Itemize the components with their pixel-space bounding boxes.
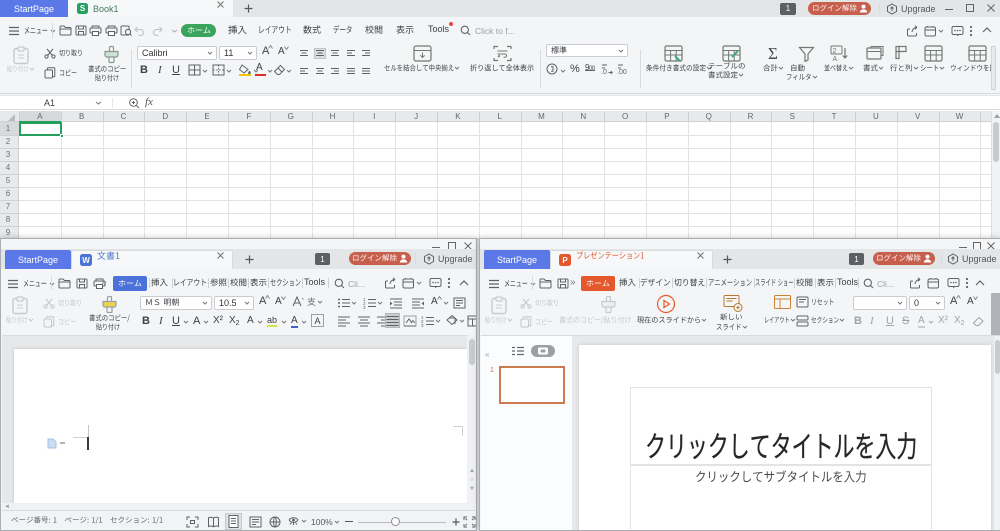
- svg-text:.00: .00: [617, 69, 627, 76]
- svg-text:3: 3: [363, 305, 366, 309]
- svg-text:3: 3: [421, 323, 424, 327]
- svg-text:.0: .0: [601, 69, 607, 76]
- svg-text:2: 2: [833, 48, 837, 55]
- svg-text:A: A: [833, 56, 838, 62]
